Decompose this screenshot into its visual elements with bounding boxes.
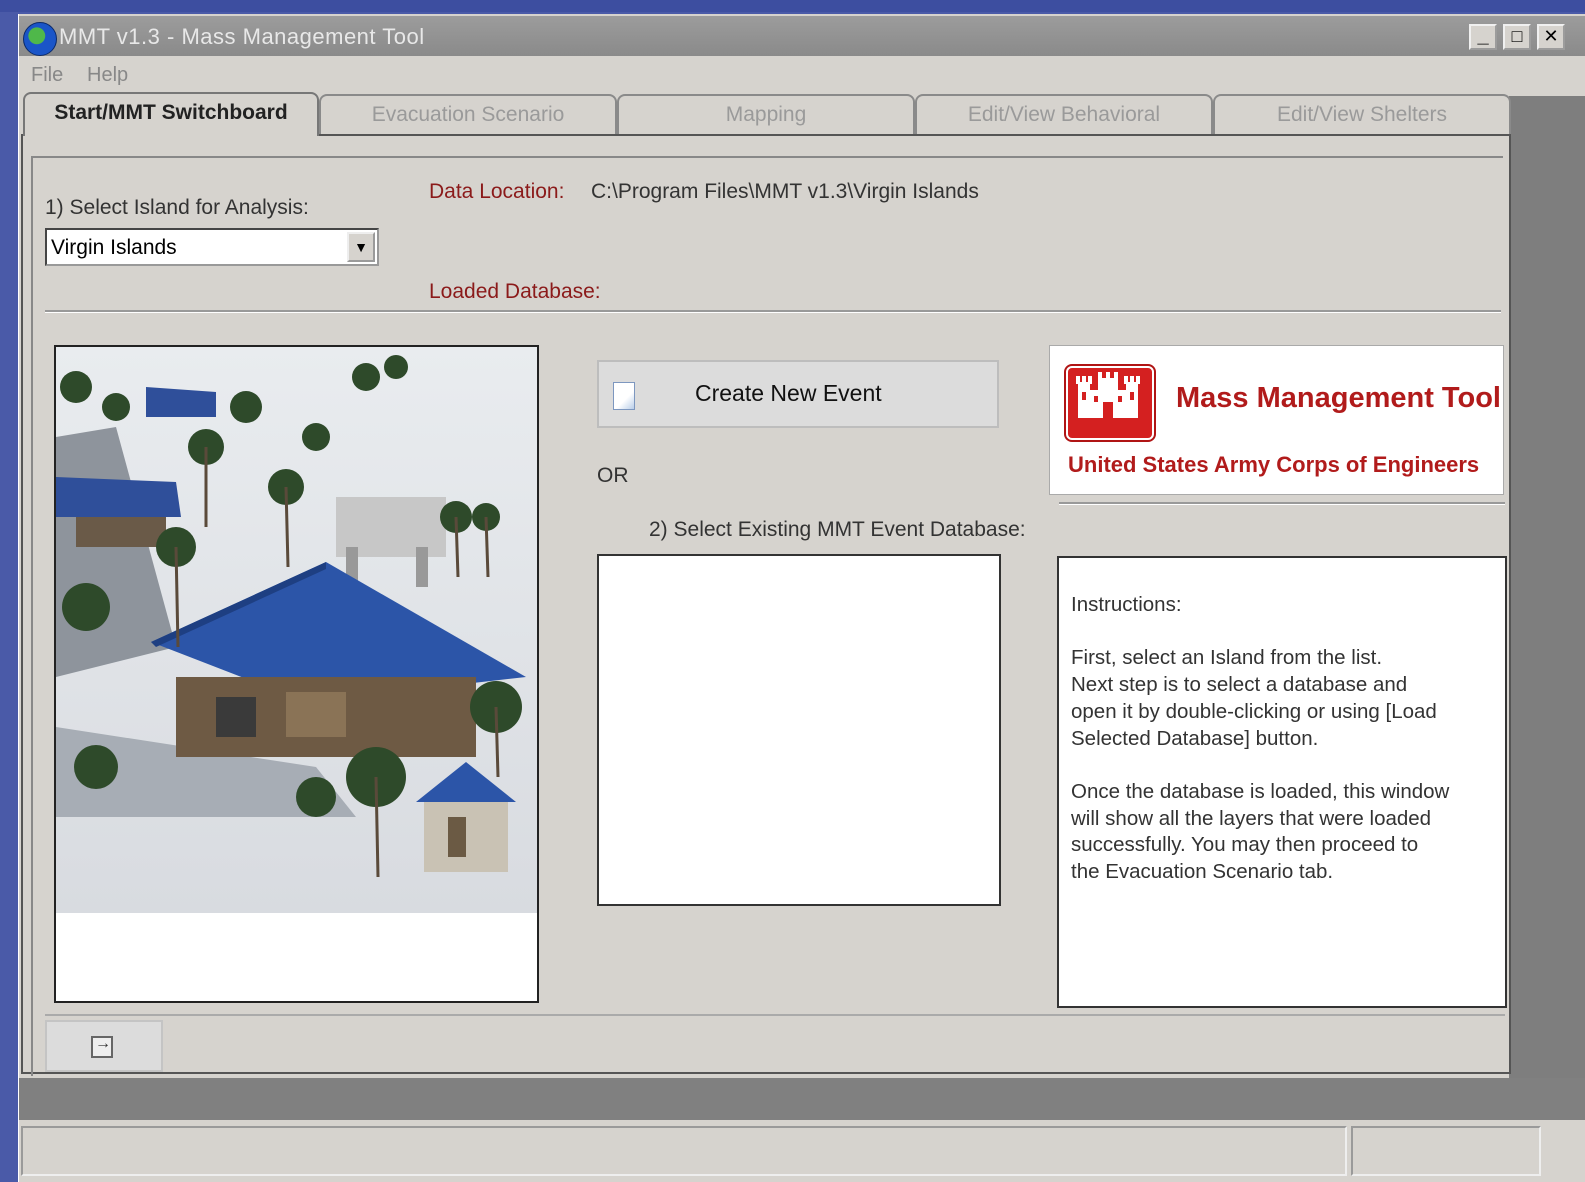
- bottom-divider: [45, 1014, 1505, 1016]
- logo-subtitle: United States Army Corps of Engineers: [1068, 452, 1480, 477]
- tab-evacuation-scenario[interactable]: Evacuation Scenario: [319, 94, 617, 134]
- select-existing-label: 2) Select Existing MMT Event Database:: [649, 518, 1026, 541]
- event-database-list[interactable]: [597, 554, 1001, 906]
- window-background: [19, 1078, 1585, 1120]
- create-new-event-button[interactable]: Create New Event: [597, 360, 999, 428]
- window-background: [1509, 96, 1585, 1078]
- tab-edit-view-behavioral[interactable]: Edit/View Behavioral: [915, 94, 1213, 134]
- status-bar: [19, 1120, 1585, 1182]
- status-pane-main: [21, 1126, 1347, 1176]
- menu-bar: File Help: [19, 60, 1585, 90]
- chevron-down-icon[interactable]: ▼: [347, 232, 375, 262]
- castle-logo-icon: [1066, 366, 1154, 440]
- app-window: MMT v1.3 - Mass Management Tool _ □ ✕ Fi…: [18, 14, 1585, 1182]
- globe-icon: [23, 22, 57, 56]
- status-pane-secondary: [1351, 1126, 1541, 1176]
- select-island-label: 1) Select Island for Analysis:: [45, 196, 309, 219]
- usace-logo-panel: Mass Management Tool United States Army …: [1049, 345, 1504, 495]
- beach-photo: [54, 345, 539, 1003]
- menu-help[interactable]: Help: [87, 64, 128, 87]
- data-location-value: C:\Program Files\MMT v1.3\Virgin Islands: [591, 180, 979, 203]
- tab-strip: Start/MMT Switchboard Evacuation Scenari…: [21, 92, 1511, 136]
- close-button[interactable]: ✕: [1537, 24, 1565, 50]
- maximize-button[interactable]: □: [1503, 24, 1531, 50]
- loaded-database-label: Loaded Database:: [429, 280, 601, 303]
- exit-icon: [91, 1035, 113, 1058]
- new-document-icon: [613, 382, 635, 410]
- data-location-label: Data Location:: [429, 180, 565, 203]
- tab-mapping[interactable]: Mapping: [617, 94, 915, 134]
- instructions-box: Instructions: First, select an Island fr…: [1057, 556, 1507, 1008]
- logo-title: Mass Management Tool: [1176, 382, 1501, 414]
- island-select[interactable]: Virgin Islands ▼: [45, 228, 379, 266]
- menu-file[interactable]: File: [31, 64, 63, 87]
- exit-button[interactable]: [45, 1020, 163, 1072]
- desktop-strip: [0, 0, 1585, 12]
- divider: [45, 310, 1501, 313]
- minimize-button[interactable]: _: [1469, 24, 1497, 50]
- window-title: MMT v1.3 - Mass Management Tool: [59, 24, 425, 49]
- logo-divider: [1059, 502, 1505, 505]
- tab-edit-view-shelters[interactable]: Edit/View Shelters: [1213, 94, 1511, 134]
- title-bar[interactable]: MMT v1.3 - Mass Management Tool _ □ ✕: [19, 16, 1585, 56]
- or-label: OR: [597, 464, 629, 487]
- island-select-value: Virgin Islands: [51, 236, 177, 259]
- tab-start-switchboard[interactable]: Start/MMT Switchboard: [23, 92, 319, 136]
- create-new-event-label: Create New Event: [695, 380, 882, 406]
